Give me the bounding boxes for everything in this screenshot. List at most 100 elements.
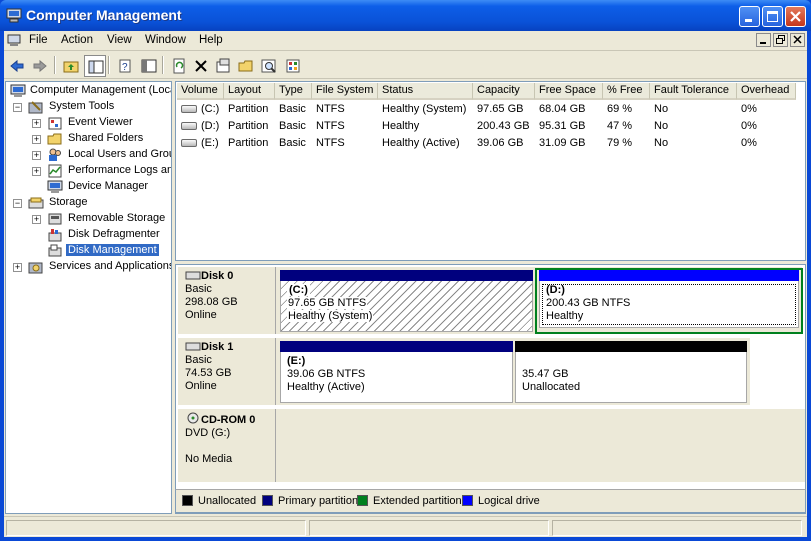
- open-button[interactable]: [235, 55, 257, 77]
- search-button[interactable]: [258, 55, 280, 77]
- cell-overhead: 0%: [741, 103, 757, 115]
- drive-icon: [181, 105, 197, 113]
- computer-management-icon: [6, 8, 22, 23]
- partition-unallocated[interactable]: 35.47 GB Unallocated: [515, 341, 747, 403]
- cell-overhead: 0%: [741, 120, 757, 132]
- column-header-file-system[interactable]: File System: [312, 83, 378, 100]
- mdi-minimize-button[interactable]: [756, 33, 771, 47]
- expand-icon[interactable]: +: [32, 135, 41, 144]
- close-icon: [793, 35, 802, 44]
- tree-item-label: Computer Management (Local): [30, 84, 172, 96]
- delete-button[interactable]: [190, 55, 212, 77]
- disk-row-1[interactable]: Disk 1 Basic 74.53 GB Online (E:) 39.06 …: [178, 338, 750, 405]
- column-header-layout[interactable]: Layout: [224, 83, 275, 100]
- partition-c[interactable]: (C:) 97.65 GB NTFS Healthy (System): [280, 270, 533, 332]
- cell-volume: (D:): [201, 120, 220, 132]
- expand-icon[interactable]: +: [13, 263, 22, 272]
- cell-capacity: 200.43 GB: [477, 120, 530, 132]
- volume-row[interactable]: (E:) Partition Basic NTFS Healthy (Activ…: [177, 135, 805, 152]
- collapse-icon[interactable]: −: [13, 199, 22, 208]
- minimize-button[interactable]: [739, 6, 760, 27]
- maximize-button[interactable]: [762, 6, 783, 27]
- expand-icon[interactable]: +: [32, 119, 41, 128]
- menu-action[interactable]: Action: [61, 34, 93, 46]
- column-header-volume[interactable]: Volume: [177, 83, 224, 100]
- disk-graphical-view[interactable]: Disk 0 Basic 298.08 GB Online (C:) 97.65…: [175, 264, 806, 514]
- close-button[interactable]: [785, 6, 806, 27]
- back-button[interactable]: [6, 55, 28, 77]
- menu-window[interactable]: Window: [145, 34, 186, 46]
- expand-icon[interactable]: +: [32, 151, 41, 160]
- properties-button[interactable]: [212, 55, 234, 77]
- disk-label[interactable]: Disk 1 Basic 74.53 GB Online: [178, 338, 276, 405]
- disk-label[interactable]: CD-ROM 0 DVD (G:) No Media: [178, 409, 276, 482]
- defragmenter-icon: [48, 229, 62, 242]
- cell-status: Healthy (System): [382, 103, 467, 115]
- menu-file[interactable]: File: [29, 34, 48, 46]
- partition-size: 35.47 GB: [522, 368, 569, 380]
- status-pane: [309, 520, 549, 536]
- mdi-restore-button[interactable]: [773, 33, 788, 47]
- search-icon: [261, 59, 276, 73]
- partition-status: Unallocated: [522, 381, 581, 393]
- tree-item-label: Device Manager: [68, 180, 149, 192]
- refresh-button[interactable]: [168, 55, 190, 77]
- menu-bar: File Action View Window Help: [4, 31, 807, 51]
- cell-layout: Partition: [228, 120, 269, 132]
- cell-capacity: 97.65 GB: [477, 103, 524, 115]
- expand-icon[interactable]: +: [32, 167, 41, 176]
- column-header-free-space[interactable]: Free Space: [535, 83, 603, 100]
- column-header-status[interactable]: Status: [378, 83, 473, 100]
- expand-icon[interactable]: +: [32, 215, 41, 224]
- partition-color-bar: [515, 341, 747, 352]
- help-button[interactable]: ?: [114, 55, 136, 77]
- console-tree[interactable]: Computer Management (Local) − System Too…: [5, 81, 172, 514]
- title-bar[interactable]: Computer Management: [0, 0, 811, 31]
- mdi-close-button[interactable]: [790, 33, 805, 47]
- partition-size: 200.43 GB NTFS: [546, 297, 631, 309]
- disk-row-cdrom[interactable]: CD-ROM 0 DVD (G:) No Media: [178, 409, 805, 482]
- disk-name: CD-ROM 0: [201, 414, 256, 426]
- cell-overhead: 0%: [741, 137, 757, 149]
- drive-icon: [181, 139, 197, 147]
- volume-row[interactable]: (C:) Partition Basic NTFS Healthy (Syste…: [177, 101, 805, 118]
- wizard-button[interactable]: [282, 55, 304, 77]
- partition-d[interactable]: (D:) 200.43 GB NTFS Healthy: [539, 270, 799, 328]
- partition-body: (C:) 97.65 GB NTFS Healthy (System): [280, 281, 533, 332]
- cell-status: Healthy (Active): [382, 137, 460, 149]
- show-hide-console-tree-button[interactable]: [84, 55, 106, 77]
- legend-swatch: [262, 495, 273, 506]
- menu-help[interactable]: Help: [199, 34, 223, 46]
- cell-capacity: 39.06 GB: [477, 137, 524, 149]
- partition-status: Healthy (System): [287, 310, 374, 322]
- status-bar: [4, 516, 807, 537]
- cell-percent-free: 79 %: [607, 137, 633, 149]
- tree-item-label: Disk Management: [66, 244, 159, 256]
- cell-file-system: NTFS: [316, 120, 345, 132]
- column-header-overhead[interactable]: Overhead: [737, 83, 796, 100]
- volume-list[interactable]: Volume Layout Type File System Status Ca…: [175, 81, 806, 261]
- refresh-icon: [173, 58, 185, 74]
- cell-volume: (C:): [201, 103, 220, 115]
- cell-fault-tolerance: No: [654, 103, 669, 115]
- export-list-button[interactable]: [138, 55, 160, 77]
- column-header-capacity[interactable]: Capacity: [473, 83, 535, 100]
- export-list-icon: [141, 59, 157, 73]
- column-header-percent-free[interactable]: % Free: [603, 83, 650, 100]
- up-one-level-button[interactable]: [60, 55, 82, 77]
- performance-icon: [48, 164, 62, 178]
- disk-row-0[interactable]: Disk 0 Basic 298.08 GB Online (C:) 97.65…: [178, 267, 803, 334]
- removable-storage-icon: [48, 213, 62, 225]
- volume-row[interactable]: (D:) Partition Basic NTFS Healthy 200.43…: [177, 118, 805, 135]
- partition-e[interactable]: (E:) 39.06 GB NTFS Healthy (Active): [280, 341, 513, 403]
- column-header-fault-tolerance[interactable]: Fault Tolerance: [650, 83, 737, 100]
- status-pane: [6, 520, 306, 536]
- forward-button[interactable]: [29, 55, 51, 77]
- disk-type: Basic: [185, 354, 212, 366]
- disk-label[interactable]: Disk 0 Basic 298.08 GB Online: [178, 267, 276, 334]
- computer-icon: [7, 34, 21, 46]
- menu-view[interactable]: View: [107, 34, 132, 46]
- collapse-icon[interactable]: −: [13, 103, 22, 112]
- column-header-type[interactable]: Type: [275, 83, 312, 100]
- hard-disk-icon: [185, 342, 201, 351]
